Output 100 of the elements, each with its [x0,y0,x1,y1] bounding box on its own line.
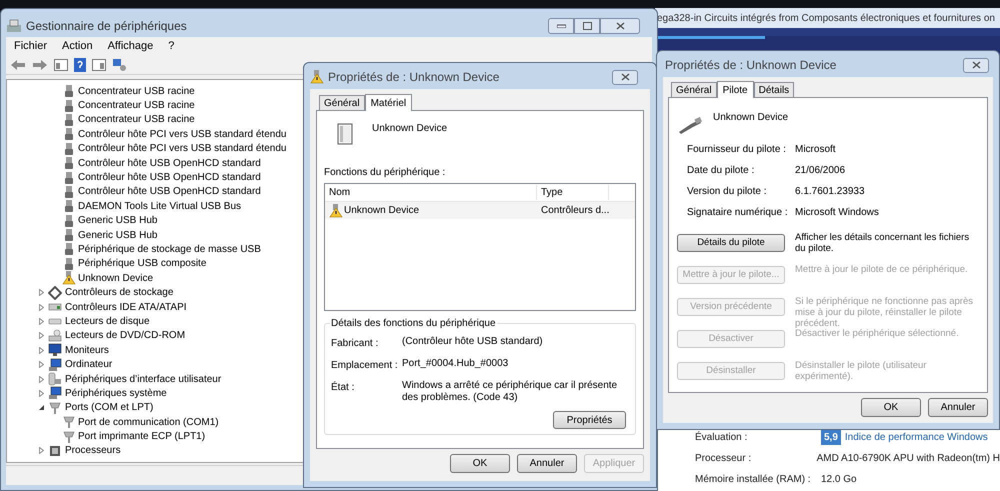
plug-icon [62,98,76,113]
panel-icon[interactable] [54,58,68,70]
expand-icon[interactable] [38,289,45,296]
plug-icon [62,142,76,156]
tab[interactable]: Matériel [364,94,412,111]
expand-icon[interactable] [38,447,45,454]
help-icon[interactable] [74,58,86,72]
connector-icon [62,415,76,430]
close-icon [616,22,624,30]
tree-item[interactable]: Contrôleur hôte USB OpenHCD standard [78,184,261,200]
plug-icon [62,112,76,127]
tree-item[interactable]: Périphérique USB composite [78,256,206,272]
tree-item[interactable]: Ports (COM et LPT) [65,400,154,416]
tree-item[interactable]: Périphériques système [65,386,167,401]
tree-item[interactable]: Concentrateur USB racine [78,112,195,128]
maximize-button[interactable] [574,18,600,34]
group-title: Détails des fonctions du périphérique [330,316,497,331]
warning-icon [62,271,76,286]
plug-icon [62,242,76,256]
expand-icon[interactable] [38,318,45,325]
expand-icon[interactable] [38,304,45,311]
menu-item[interactable]: ? [168,38,174,54]
tree-item[interactable]: Contrôleurs de stockage [65,285,174,300]
spec-label: Processeur : [695,452,752,466]
properties-button[interactable]: Propriétés [553,411,626,429]
tab[interactable]: Détails [754,82,794,97]
dialog-button[interactable]: OK [861,398,921,417]
menu-item[interactable]: Action [62,38,93,54]
dialog-button[interactable]: Annuler [928,398,988,417]
tree-item[interactable]: Unknown Device [78,270,154,286]
tree-item[interactable]: Port imprimante ECP (LPT1) [78,429,206,444]
tree-item[interactable]: Generic USB Hub [78,213,158,228]
list-row[interactable]: Unknown Device Contrôleurs d... [325,202,635,219]
column-header[interactable]: Nom [325,185,537,200]
panel-icon[interactable] [92,58,106,70]
connector-icon [48,400,62,415]
menu-item[interactable]: Affichage [108,38,154,54]
expand-icon[interactable] [38,346,45,354]
tree-item[interactable]: Périphérique de stockage de masse USB [78,242,261,257]
expand-icon[interactable] [38,390,45,397]
keyboard-icon [48,372,62,386]
tree-item[interactable]: Contrôleur hôte PCI vers USB standard étendu [78,126,286,142]
collapse-icon[interactable] [38,404,45,412]
tree-item[interactable]: Ordinateur [65,357,112,372]
disc-drive-icon [48,328,62,343]
close-button[interactable] [963,58,989,72]
monitor-icon [48,343,62,358]
field-label: État : [331,380,356,395]
field-label: Fabricant : [331,337,380,351]
tree-item[interactable]: Contrôleur hôte PCI vers USB standard étendu [78,141,286,156]
info-value: Microsoft [795,143,836,157]
tree-item[interactable]: Contrôleurs IDE ATA/ATAPI [65,300,187,315]
tree-item[interactable]: Lecteurs de DVD/CD-ROM [65,328,186,344]
dialog-button[interactable]: Annuler [517,454,577,473]
device-name: Unknown Device [372,122,448,136]
expand-icon[interactable] [38,376,45,382]
field-label: Emplacement : [331,359,399,373]
tab[interactable]: Pilote [716,81,754,98]
dialog-button[interactable]: OK [450,454,510,473]
tab[interactable]: Général [671,82,717,97]
info-label: Fournisseur du pilote : [687,143,787,157]
tab[interactable]: Général [319,95,365,110]
tree-item[interactable]: Moniteurs [65,342,109,358]
tree-item[interactable]: Contrôleur hôte USB OpenHCD standard [78,170,261,186]
info-label: Date du pilote : [687,164,756,178]
tree-item[interactable]: Processeurs [65,443,121,458]
list-cell-text: Unknown Device [344,204,420,218]
close-button[interactable] [600,18,640,34]
performance-link[interactable]: Indice de performance Windows [844,430,988,445]
connector-icon [62,430,76,444]
scan-icon[interactable] [112,58,128,72]
plug-icon [62,228,76,242]
field-value: Port_#0004.Hub_#0003 [402,358,510,371]
action-description: Si le périphérique ne fonctionne pas après mise à jour du pilote, réinstaller le pilote précédent. [795,296,974,329]
expand-icon[interactable] [38,332,45,340]
tree-item[interactable]: Contrôleur hôte USB OpenHCD standard [78,156,261,171]
plug-icon [62,214,76,228]
minimize-button[interactable] [548,18,574,34]
device-icon [336,123,354,147]
action-button[interactable]: Détails du pilote [677,234,785,252]
tree-item[interactable]: Concentrateur USB racine [78,98,195,114]
tree-item[interactable]: Generic USB Hub [78,228,158,243]
plug-icon [62,170,76,185]
expand-icon[interactable] [38,361,45,368]
rating-label: Évaluation : [695,430,748,445]
close-button[interactable] [612,70,638,84]
warning-icon [329,204,343,218]
device-name: Unknown Device [713,111,788,125]
computer-icon [48,358,62,372]
tree-item[interactable]: Périphériques d’interface utilisateur [65,372,222,387]
forward-icon[interactable] [32,58,48,70]
menu-item[interactable]: Fichier [14,38,48,54]
tree-item[interactable]: Concentrateur USB racine [78,84,195,99]
column-header[interactable]: Type [537,185,609,200]
tree-item[interactable]: DAEMON Tools Lite Virtual USB Bus [78,198,242,214]
maximize-icon [582,22,592,30]
window-title: Gestionnaire de périphériques [26,18,187,35]
back-icon[interactable] [10,58,26,70]
tree-item[interactable]: Port de communication (COM1) [78,414,219,430]
tree-item[interactable]: Lecteurs de disque [65,314,150,329]
